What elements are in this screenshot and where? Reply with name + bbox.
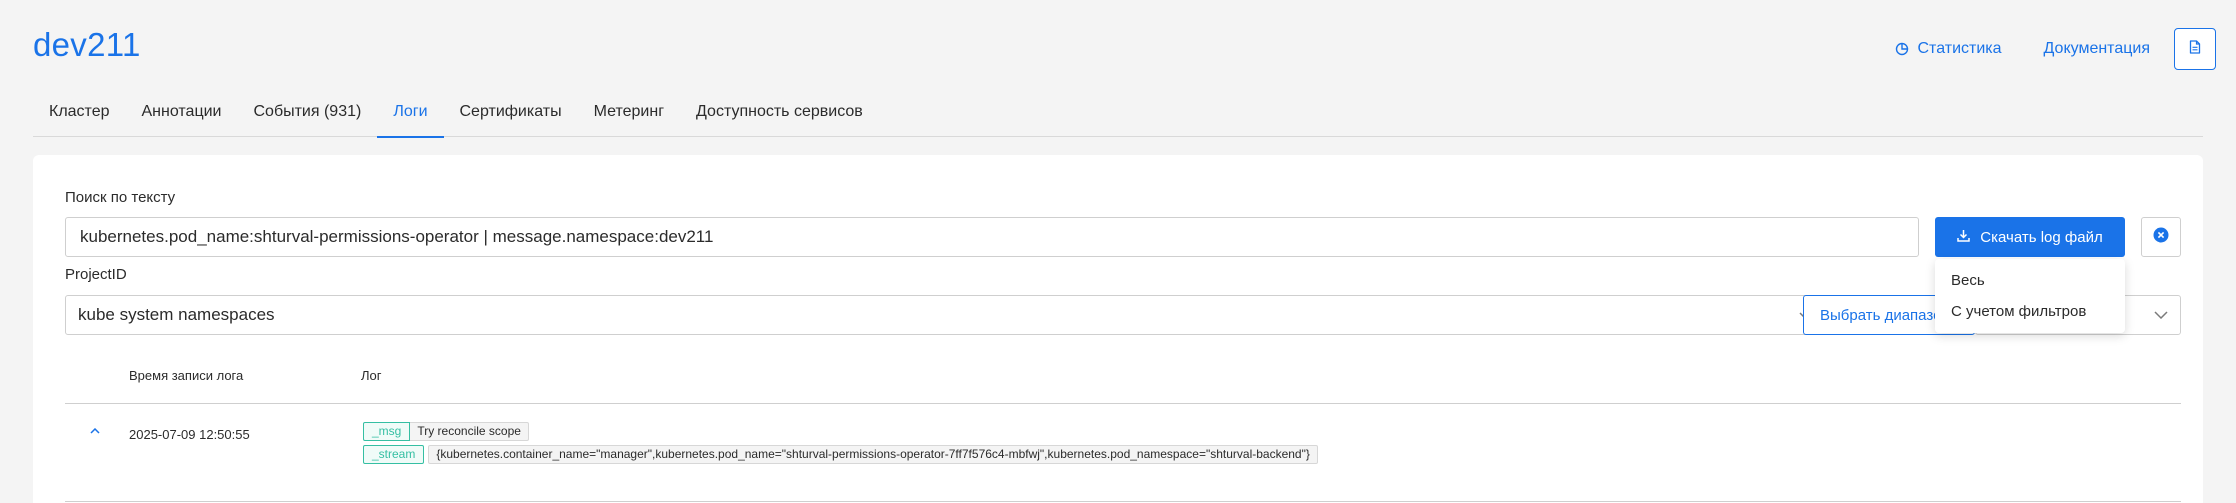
download-icon [1957,229,1980,246]
row-time: 2025-07-09 12:50:55 [129,427,250,442]
download-log-label: Скачать log файл [1980,228,2103,246]
document-icon [2189,39,2201,59]
search-input[interactable] [65,217,1919,257]
statistics-label: Статистика [1917,40,2002,57]
table-header: Время записи лога Лог [65,363,2181,404]
column-header-log: Лог [361,368,382,383]
tab-cluster[interactable]: Кластер [33,98,126,137]
project-id-value: kube system namespaces [78,305,275,324]
documentation-link[interactable]: Документация [2044,40,2150,58]
project-id-label: ProjectID [65,266,127,283]
document-button[interactable] [2174,28,2216,70]
table-row: 2025-07-09 12:50:55 _msg Try reconcile s… [65,404,2181,502]
chevron-up-icon [90,421,100,439]
search-label: Поиск по тексту [65,189,176,206]
collapse-row-button[interactable] [85,422,105,438]
logs-card: Поиск по тексту Скачать log файл Project… [33,155,2203,503]
tab-service-availability[interactable]: Доступность сервисов [680,98,879,137]
chevron-down-icon [2154,306,2168,324]
statistics-link[interactable]: Статистика [1895,40,2002,58]
column-header-time: Время записи лога [129,368,244,383]
log-field-key[interactable]: _stream [363,445,425,464]
log-field-key[interactable]: _msg [363,422,411,441]
close-circle-icon [2153,227,2169,248]
header-actions: Статистика Документация [1895,28,2216,70]
tab-certificates[interactable]: Сертификаты [444,98,578,137]
download-option-filtered[interactable]: С учетом фильтров [1935,296,2125,327]
pie-chart-icon [1895,42,1909,56]
project-id-select[interactable]: kube system namespaces [65,295,1826,335]
log-field: _msg Try reconcile scope [363,422,529,441]
tab-metering[interactable]: Метеринг [578,98,680,137]
tab-bar: Кластер Аннотации События (931) Логи Сер… [33,98,2203,138]
clear-search-button[interactable] [2141,217,2181,257]
tab-logs[interactable]: Логи [377,98,444,138]
log-field-value: {kubernetes.container_name="manager",kub… [428,445,1318,464]
download-log-button[interactable]: Скачать log файл [1935,217,2125,257]
download-option-all[interactable]: Весь [1935,265,2125,296]
download-options-menu: Весь С учетом фильтров [1935,259,2125,333]
log-field: _stream {kubernetes.container_name="mana… [363,445,1318,464]
page-title: dev211 [33,26,141,63]
tab-annotations[interactable]: Аннотации [126,98,238,137]
log-field-value: Try reconcile scope [410,422,529,441]
tab-events[interactable]: События (931) [237,98,377,137]
